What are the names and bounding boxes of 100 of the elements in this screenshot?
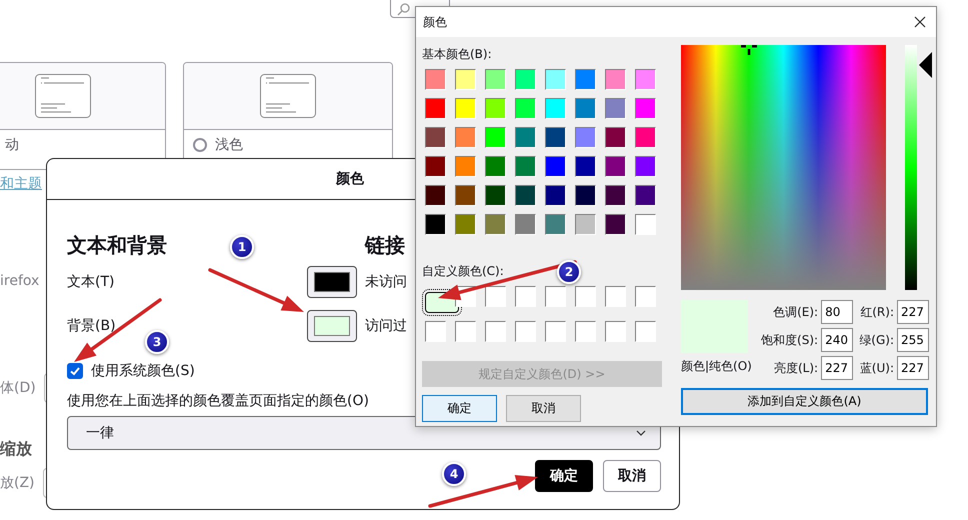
font-label: 体(D): [0, 379, 36, 397]
color-swatch[interactable]: [545, 127, 566, 148]
color-swatch[interactable]: [425, 321, 446, 342]
color-picker-button[interactable]: [307, 310, 357, 342]
color-swatch[interactable]: [455, 69, 476, 90]
override-label: 使用您在上面选择的颜色覆盖页面指定的颜色(O): [67, 392, 369, 410]
custom-colors-label: 自定义颜色(C):: [422, 264, 504, 278]
color-swatch[interactable]: [425, 185, 446, 206]
color-swatch[interactable]: [485, 69, 506, 90]
color-swatch[interactable]: [575, 286, 596, 307]
color-swatch[interactable]: [425, 127, 446, 148]
radio-button[interactable]: [193, 138, 207, 152]
color-swatch[interactable]: [605, 156, 626, 177]
color-swatch[interactable]: [575, 185, 596, 206]
color-swatch[interactable]: [545, 286, 566, 307]
color-swatch[interactable]: [515, 98, 536, 119]
close-icon[interactable]: [914, 16, 926, 28]
color-swatch[interactable]: [485, 286, 506, 307]
number-field[interactable]: 255: [897, 328, 929, 352]
color-swatch[interactable]: [605, 69, 626, 90]
theme-label: 动: [5, 136, 19, 154]
color-swatch[interactable]: [455, 156, 476, 177]
color-label: 文本(T): [67, 273, 116, 291]
color-swatch[interactable]: [545, 156, 566, 177]
crosshair-icon: [741, 45, 757, 55]
search-icon: [397, 2, 411, 16]
color-swatch[interactable]: [545, 185, 566, 206]
color-swatch[interactable]: [455, 321, 476, 342]
theme-label: 浅色: [215, 136, 243, 154]
color-swatch[interactable]: [425, 98, 446, 119]
chevron-down-icon: [636, 430, 646, 436]
color-swatch[interactable]: [515, 69, 536, 90]
color-swatch[interactable]: [515, 185, 536, 206]
color-picker-button[interactable]: [307, 266, 357, 298]
color-label: 未访问: [365, 273, 407, 291]
color-swatch[interactable]: [635, 321, 656, 342]
dialog-title: 颜色: [336, 170, 364, 188]
color-swatch[interactable]: [605, 214, 626, 235]
color-swatch[interactable]: [515, 321, 536, 342]
color-swatch[interactable]: [575, 127, 596, 148]
number-field[interactable]: 240: [821, 328, 854, 352]
color-swatch[interactable]: [605, 98, 626, 119]
color-swatch[interactable]: [605, 321, 626, 342]
number-field[interactable]: 227: [821, 356, 854, 380]
color-swatch[interactable]: [575, 214, 596, 235]
basic-colors-label: 基本颜色(B):: [422, 47, 492, 61]
color-swatch[interactable]: [425, 156, 446, 177]
color-swatch[interactable]: [605, 127, 626, 148]
field-label: 绿(G):: [859, 332, 894, 348]
ok-button[interactable]: 确定: [535, 460, 593, 492]
cancel-button[interactable]: 取消: [603, 460, 661, 492]
color-swatch[interactable]: [485, 321, 506, 342]
field-label: 色调(E):: [773, 304, 818, 320]
color-swatch[interactable]: [545, 321, 566, 342]
ok-button[interactable]: 确定: [422, 395, 497, 422]
color-swatch[interactable]: [635, 98, 656, 119]
section-heading: 链接: [365, 232, 405, 258]
color-swatch[interactable]: [515, 214, 536, 235]
color-swatch[interactable]: [545, 214, 566, 235]
color-swatch[interactable]: [545, 69, 566, 90]
window-preview-icon: [35, 74, 91, 118]
color-swatch[interactable]: [455, 214, 476, 235]
color-swatch[interactable]: [575, 321, 596, 342]
color-swatch[interactable]: [635, 69, 656, 90]
color-swatch[interactable]: [425, 214, 446, 235]
color-swatch[interactable]: [455, 185, 476, 206]
number-field[interactable]: 227: [897, 300, 929, 324]
color-swatch[interactable]: [515, 156, 536, 177]
description-text: irefox: [0, 273, 40, 289]
color-swatch[interactable]: [635, 156, 656, 177]
color-swatch[interactable]: [455, 127, 476, 148]
color-swatch[interactable]: [455, 98, 476, 119]
color-swatch[interactable]: [605, 185, 626, 206]
color-swatch[interactable]: [605, 286, 626, 307]
checkbox-label: 使用系统颜色(S): [91, 362, 195, 380]
color-swatch[interactable]: [515, 286, 536, 307]
number-field[interactable]: 80: [821, 300, 854, 324]
color-swatch[interactable]: [635, 214, 656, 235]
color-swatch[interactable]: [635, 286, 656, 307]
field-label: 红(R):: [860, 304, 894, 320]
color-swatch[interactable]: [575, 69, 596, 90]
number-field[interactable]: 227: [897, 356, 929, 380]
color-swatch[interactable]: [485, 156, 506, 177]
color-swatch[interactable]: [425, 69, 446, 90]
checkbox[interactable]: [67, 363, 83, 379]
slider-arrow-icon[interactable]: [919, 52, 932, 78]
color-swatch[interactable]: [485, 185, 506, 206]
color-swatch[interactable]: [635, 185, 656, 206]
color-swatch[interactable]: [575, 98, 596, 119]
color-swatch[interactable]: [545, 98, 566, 119]
color-swatch[interactable]: [485, 214, 506, 235]
color-spectrum[interactable]: [681, 45, 886, 290]
color-swatch[interactable]: [485, 127, 506, 148]
color-swatch[interactable]: [635, 127, 656, 148]
cancel-button[interactable]: 取消: [506, 395, 581, 422]
color-swatch[interactable]: [515, 127, 536, 148]
color-swatch[interactable]: [485, 98, 506, 119]
add-to-custom-colors-button[interactable]: 添加到自定义颜色(A): [681, 388, 928, 415]
color-swatch[interactable]: [575, 156, 596, 177]
zoom-label: 放(Z): [0, 474, 35, 492]
